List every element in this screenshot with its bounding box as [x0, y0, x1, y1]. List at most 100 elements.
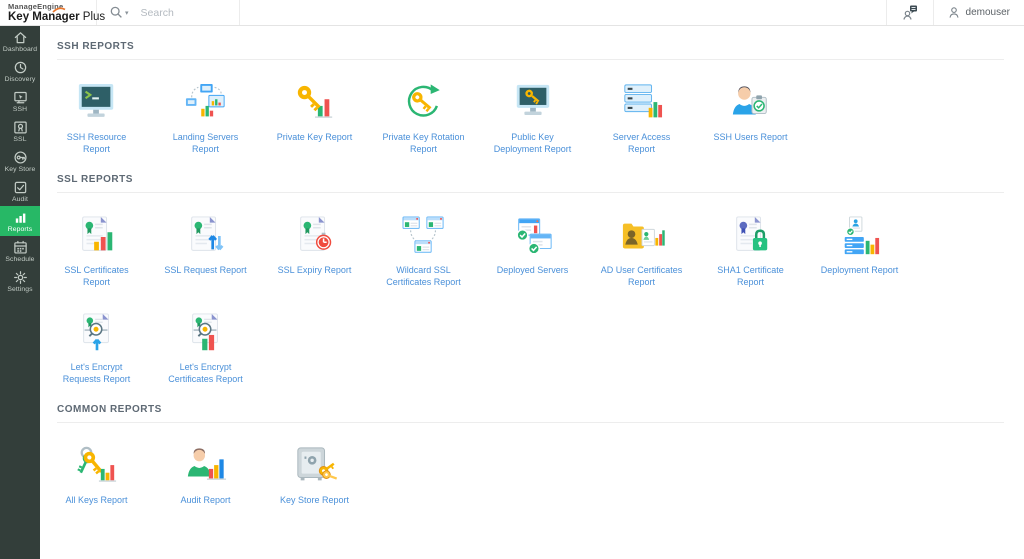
report-key-store-report[interactable]: Key Store Report — [260, 445, 369, 518]
report-deployment-report[interactable]: Deployment Report — [805, 215, 914, 288]
section-common-reports: COMMON REPORTS All Keys Report Audit Repor… — [40, 404, 1024, 518]
report-ssh-users-report[interactable]: SSH Users Report — [696, 82, 805, 155]
search-scope-caret-icon: ▾ — [125, 9, 129, 17]
report-label: Deployment Report — [820, 265, 899, 275]
report-landing-servers-report[interactable]: Landing Servers Report — [151, 82, 260, 155]
sidebar-item-schedule[interactable]: Schedule — [0, 236, 40, 266]
sidebar-item-label: SSH — [12, 105, 28, 113]
brand-line2: Key Manager — [8, 11, 80, 23]
ssl-request-icon — [183, 215, 229, 258]
sidebar-item-label: Settings — [7, 285, 33, 293]
settings-icon — [13, 270, 28, 285]
section-title: COMMON REPORTS — [57, 404, 162, 415]
report-label: Private Key Rotation Report — [382, 132, 465, 154]
report-public-key-deployment-report[interactable]: Public Key Deployment Report — [478, 82, 587, 155]
sidebar-item-ssl[interactable]: SSL — [0, 116, 40, 146]
user-icon — [949, 7, 959, 18]
top-header: ManageEngine Key Manager Plus ▾ demouser — [0, 0, 1024, 26]
lets-encrypt-requests-icon — [74, 312, 120, 355]
private-key-rotation-icon — [401, 82, 447, 125]
sidebar-item-label: Discovery — [4, 75, 36, 83]
all-keys-icon — [74, 445, 120, 488]
brand-logo[interactable]: ManageEngine Key Manager Plus — [0, 0, 105, 25]
section-ssh-reports: SSH REPORTS SSH Resource Report Landing Se… — [40, 41, 1024, 155]
report-ssl-expiry-report[interactable]: SSL Expiry Report — [260, 215, 369, 288]
report-wildcard-ssl-certificates-report[interactable]: Wildcard SSL Certificates Report — [369, 215, 478, 288]
sidebar-item-label: Reports — [7, 225, 33, 233]
header-divider — [239, 0, 240, 25]
sidebar-item-label: Dashboard — [2, 45, 38, 53]
user-menu[interactable]: demouser — [932, 0, 1024, 25]
report-label: SSL Certificates Report — [64, 265, 129, 287]
report-label: All Keys Report — [65, 495, 128, 505]
section-title: SSL REPORTS — [57, 174, 133, 185]
home-icon — [13, 30, 28, 45]
report-label: Let's Encrypt Certificates Report — [168, 362, 243, 384]
brand-line2-suffix: Plus — [82, 11, 106, 23]
sha1-certificate-icon — [728, 215, 774, 258]
report-label: Server Access Report — [612, 132, 671, 154]
report-all-keys-report[interactable]: All Keys Report — [42, 445, 151, 518]
logo-swoosh-icon — [52, 0, 66, 18]
report-grid: SSH Resource Report Landing Servers Repor… — [42, 82, 1024, 155]
report-label: Landing Servers Report — [172, 132, 239, 154]
report-label: Wildcard SSL Certificates Report — [386, 265, 461, 287]
ssh-users-icon — [728, 82, 774, 125]
server-access-icon — [619, 82, 665, 125]
search-bar: ▾ — [97, 0, 239, 25]
ad-user-certificates-icon — [619, 215, 665, 258]
landing-servers-icon — [183, 82, 229, 125]
report-label: Audit Report — [180, 495, 231, 505]
audit-person-icon — [183, 445, 229, 488]
ssl-certificates-icon — [74, 215, 120, 258]
sidebar-item-label: Schedule — [5, 255, 35, 263]
report-ssl-certificates-report[interactable]: SSL Certificates Report — [42, 215, 151, 288]
sidebar-item-label: Audit — [12, 195, 28, 203]
public-key-deployment-icon — [510, 82, 556, 125]
report-private-key-rotation-report[interactable]: Private Key Rotation Report — [369, 82, 478, 155]
ssh-icon — [13, 90, 28, 105]
search-input[interactable] — [140, 6, 229, 19]
sidebar-item-audit[interactable]: Audit — [0, 176, 40, 206]
report-label: Let's Encrypt Requests Report — [62, 362, 131, 384]
sidebar-item-label: SSL — [13, 135, 27, 143]
report-deployed-servers[interactable]: Deployed Servers — [478, 215, 587, 288]
lets-encrypt-certificates-icon — [183, 312, 229, 355]
report-label: SHA1 Certificate Report — [717, 265, 784, 287]
sidebar-item-dashboard[interactable]: Dashboard — [0, 26, 40, 56]
report-label: Key Store Report — [279, 495, 350, 505]
report-private-key-report[interactable]: Private Key Report — [260, 82, 369, 155]
notification-icon[interactable] — [885, 0, 933, 25]
user-name: demouser — [965, 7, 1010, 18]
deployed-servers-icon — [510, 215, 556, 258]
report-label: Private Key Report — [276, 132, 353, 142]
reports-icon — [13, 210, 28, 225]
report-ad-user-certificates-report[interactable]: AD User Certificates Report — [587, 215, 696, 288]
report-server-access-report[interactable]: Server Access Report — [587, 82, 696, 155]
wildcard-ssl-icon — [401, 215, 447, 258]
sidebar-item-key-store[interactable]: Key Store — [0, 146, 40, 176]
report-label: AD User Certificates Report — [600, 265, 683, 287]
audit-icon — [13, 180, 28, 195]
schedule-icon — [13, 240, 28, 255]
deployment-icon — [837, 215, 883, 258]
sidebar-item-reports[interactable]: Reports — [0, 206, 40, 236]
sidebar-item-ssh[interactable]: SSH — [0, 86, 40, 116]
report-sha1-certificate-report[interactable]: SHA1 Certificate Report — [696, 215, 805, 288]
sidebar: Dashboard Discovery SSH SSL Key Store Audit Re… — [0, 26, 40, 559]
report-ssl-request-report[interactable]: SSL Request Report — [151, 215, 260, 288]
report-label: Public Key Deployment Report — [493, 132, 572, 154]
report-let-s-encrypt-certificates-report[interactable]: Let's Encrypt Certificates Report — [151, 312, 260, 385]
report-ssh-resource-report[interactable]: SSH Resource Report — [42, 82, 151, 155]
report-label: SSH Users Report — [713, 132, 788, 142]
report-let-s-encrypt-requests-report[interactable]: Let's Encrypt Requests Report — [42, 312, 151, 385]
discovery-icon — [13, 60, 28, 75]
sidebar-item-settings[interactable]: Settings — [0, 266, 40, 296]
key-store-safe-icon — [292, 445, 338, 488]
report-grid: SSL Certificates Report SSL Request Repor… — [42, 215, 1024, 385]
sidebar-item-discovery[interactable]: Discovery — [0, 56, 40, 86]
search-icon[interactable]: ▾ — [109, 5, 129, 20]
section-ssl-reports: SSL REPORTS SSL Certificates Report SSL Re… — [40, 174, 1024, 385]
report-audit-report[interactable]: Audit Report — [151, 445, 260, 518]
report-label: SSH Resource Report — [66, 132, 127, 154]
